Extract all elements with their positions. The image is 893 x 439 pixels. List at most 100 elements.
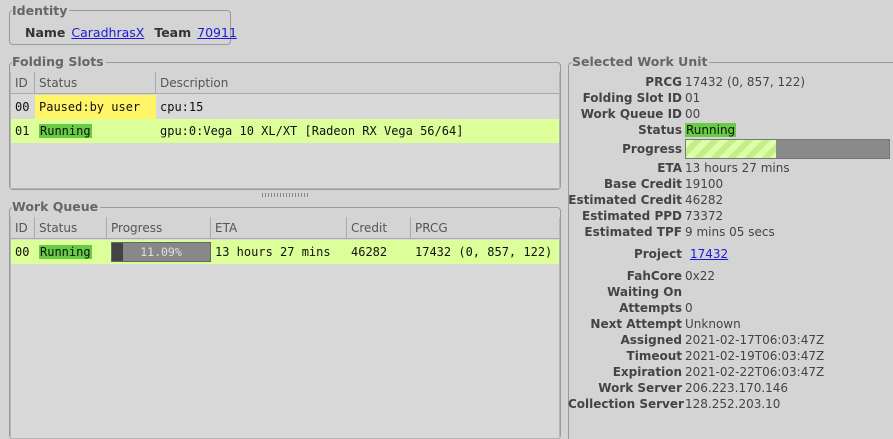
wu-next-attempt-value: Unknown [685,317,741,331]
panel-splitter-handle[interactable] [262,193,310,197]
slot-description: gpu:0:Vega 10 XL/XT [Radeon RX Vega 56/6… [160,124,464,138]
queue-col-credit[interactable]: Credit [347,217,411,239]
wu-est-ppd-row: Estimated PPD 73372 [568,208,893,224]
slots-col-status[interactable]: Status [35,72,156,94]
queue-prcg: 17432 (0, 857, 122) [415,245,553,259]
name-link[interactable]: CaradhrasX [71,25,144,40]
selected-work-unit-title: Selected Work Unit [572,54,710,69]
queue-col-prcg[interactable]: PRCG [411,217,559,239]
slot-status-paused: Paused:by user [35,95,156,119]
queue-col-status[interactable]: Status [35,217,107,239]
wu-waiting-row: Waiting On [568,284,893,300]
slots-table-header: ID Status Description [11,72,559,94]
wu-est-credit-row: Estimated Credit 46282 [568,192,893,208]
wu-fahcore-label: FahCore [626,269,682,283]
wu-slot-row: Folding Slot ID 01 [568,90,893,106]
queue-eta: 13 hours 27 mins [215,245,331,259]
status-running-badge: Running [39,245,92,259]
status-running-badge: Running [39,124,92,138]
queue-progress-text: 11.09% [140,245,182,259]
wu-expiration-value: 2021-02-22T06:03:47Z [685,365,825,379]
wu-est-tpf-label: Estimated TPF [584,225,682,239]
wu-slot-label: Folding Slot ID [582,91,682,105]
wu-attempts-value: 0 [685,301,693,315]
wu-status-row: Status Running [568,122,893,138]
wu-timeout-label: Timeout [626,349,682,363]
slot-id: 01 [15,124,30,138]
wu-est-credit-label: Estimated Credit [568,193,682,207]
wu-next-attempt-label: Next Attempt [590,317,682,331]
queue-col-progress[interactable]: Progress [107,217,211,239]
wu-attempts-row: Attempts 0 [568,300,893,316]
wu-waiting-label: Waiting On [607,285,682,299]
folding-slots-table[interactable]: ID Status Description 00 Paused:by user … [10,72,560,189]
wu-status-label: Status [638,123,682,137]
slots-col-description[interactable]: Description [156,72,559,94]
wu-work-server-row: Work Server 206.223.170.146 [568,380,893,396]
wu-eta-label: ETA [657,161,682,175]
wu-eta-value: 13 hours 27 mins [685,161,790,175]
wu-expiration-row: Expiration 2021-02-22T06:03:47Z [568,364,893,380]
wu-eta-row: ETA 13 hours 27 mins [568,160,893,176]
wu-prcg-value: 17432 (0, 857, 122) [685,75,806,89]
wu-base-credit-row: Base Credit 19100 [568,176,893,192]
team-label: Team [154,25,192,40]
queue-status: Running [35,240,107,264]
wu-status-value: Running [685,123,737,137]
wu-prcg-row: PRCG 17432 (0, 857, 122) [568,74,893,90]
queue-progress-cell: 11.09% [107,240,211,264]
wu-work-server-label: Work Server [598,381,682,395]
team-link[interactable]: 70911 [197,25,237,40]
work-queue-title: Work Queue [12,199,101,214]
wu-assigned-label: Assigned [620,333,682,347]
wu-work-server-value: 206.223.170.146 [685,381,789,395]
queue-table-header: ID Status Progress ETA Credit PRCG [11,217,559,239]
queue-credit: 46282 [351,245,388,259]
wu-progress-row: Progress [568,138,893,160]
wu-next-attempt-row: Next Attempt Unknown [568,316,893,332]
wu-queue-label: Work Queue ID [580,107,682,121]
wu-collection-server-value: 128.252.203.10 [685,397,781,411]
wu-fahcore-value: 0x22 [685,269,716,283]
identity-row: Name CaradhrasX Team 70911 [25,25,237,40]
wu-timeout-value: 2021-02-19T06:03:47Z [685,349,825,363]
wu-assigned-row: Assigned 2021-02-17T06:03:47Z [568,332,893,348]
queue-id: 00 [15,245,30,259]
slot-row[interactable]: 01 Running gpu:0:Vega 10 XL/XT [Radeon R… [11,119,559,143]
wu-assigned-value: 2021-02-17T06:03:47Z [685,333,825,347]
slot-description: cpu:15 [160,100,204,114]
queue-progress-bar: 11.09% [111,242,211,262]
slot-id: 00 [15,100,30,114]
wu-fahcore-row: FahCore 0x22 [568,268,893,284]
queue-row[interactable]: 00 Running 11.09% 13 hours 27 mins 46282… [11,240,559,264]
wu-prcg-label: PRCG [645,75,682,89]
wu-project-link[interactable]: 17432 [690,247,728,261]
queue-col-eta[interactable]: ETA [211,217,347,239]
wu-progress-label: Progress [622,142,682,156]
wu-timeout-row: Timeout 2021-02-19T06:03:47Z [568,348,893,364]
wu-attempts-label: Attempts [619,301,682,315]
queue-col-id[interactable]: ID [11,217,35,239]
wu-base-credit-label: Base Credit [603,177,682,191]
wu-queue-value: 00 [685,107,701,121]
identity-title: Identity [12,3,70,18]
wu-progress-bar [685,139,890,159]
work-queue-table[interactable]: ID Status Progress ETA Credit PRCG 00 Ru… [10,217,560,439]
wu-queue-row: Work Queue ID 00 [568,106,893,122]
slot-status-running: Running [35,119,156,143]
wu-base-credit-value: 19100 [685,177,724,191]
name-label: Name [25,25,66,40]
wu-collection-server-row: Collection Server 128.252.203.10 [568,396,893,412]
wu-est-tpf-value: 9 mins 05 secs [685,225,775,239]
wu-progress-fill [686,140,777,158]
wu-est-tpf-row: Estimated TPF 9 mins 05 secs [568,224,893,240]
wu-project-label: Project [633,247,682,261]
wu-project-row: Project 17432 [568,246,893,262]
slots-col-id[interactable]: ID [11,72,35,94]
wu-collection-server-label: Collection Server [568,397,684,411]
slot-row[interactable]: 00 Paused:by user cpu:15 [11,95,559,119]
wu-est-ppd-value: 73372 [685,209,724,223]
wu-est-credit-value: 46282 [685,193,724,207]
wu-est-ppd-label: Estimated PPD [582,209,682,223]
folding-slots-title: Folding Slots [12,54,106,69]
